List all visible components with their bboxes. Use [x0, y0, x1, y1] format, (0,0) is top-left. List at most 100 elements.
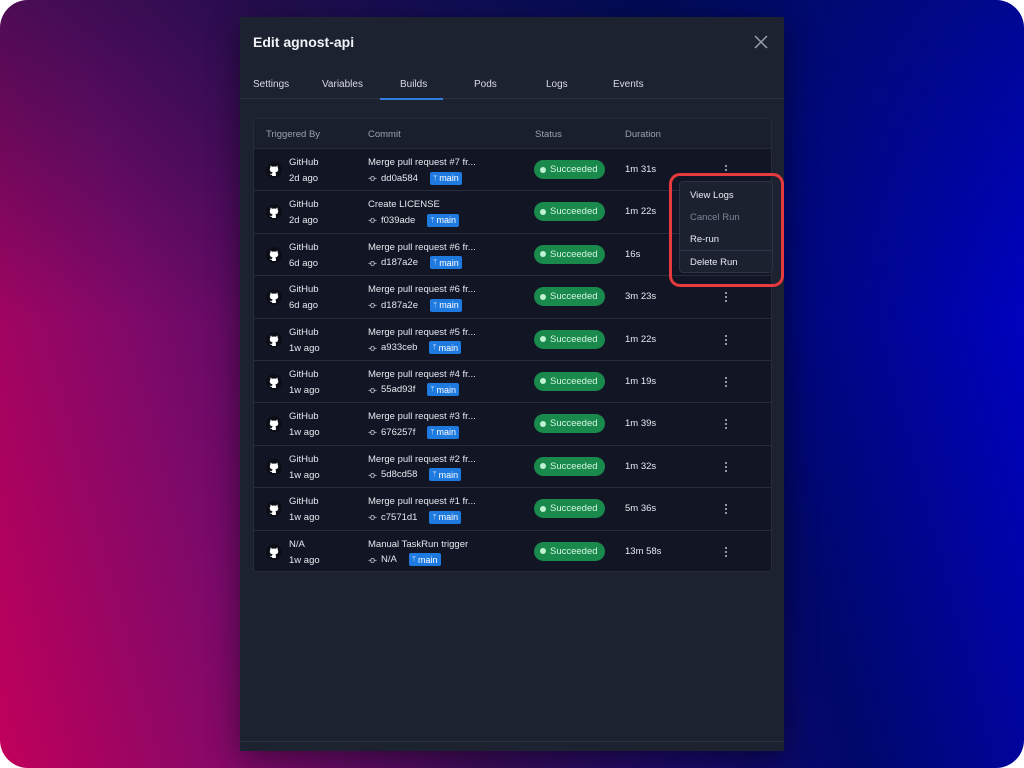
row-actions-button[interactable] — [720, 543, 732, 561]
build-duration: 13m 58s — [625, 545, 662, 557]
commit-sha[interactable]: 676257f — [381, 427, 415, 438]
tab-pods[interactable]: Pods — [474, 79, 497, 99]
status-label: Succeeded — [550, 291, 598, 303]
status-label: Succeeded — [550, 333, 598, 345]
build-duration: 1m 22s — [625, 206, 657, 218]
status-dot-icon — [540, 548, 546, 555]
trigger-source: GitHub — [289, 199, 319, 211]
tab-variables[interactable]: Variables — [322, 79, 363, 99]
trigger-time: 2d ago — [289, 173, 319, 184]
commit-icon: -o- — [368, 215, 377, 226]
row-actions-button[interactable] — [720, 288, 732, 306]
commit-icon: -o- — [368, 427, 377, 438]
kebab-dot — [725, 338, 727, 341]
row-actions-menu: View Logs Cancel Run Re-run Delete Run — [679, 181, 773, 273]
menu-item-re-run[interactable]: Re-run — [690, 234, 719, 245]
tab-bar: Settings Variables Builds Pods Logs Even… — [240, 75, 784, 100]
github-icon — [266, 416, 282, 433]
branch-badge[interactable]: ᛘ main — [408, 553, 441, 567]
kebab-dot — [725, 465, 727, 468]
branch-badge[interactable]: ᛘ main — [429, 256, 462, 270]
status-badge: Succeeded — [534, 329, 605, 349]
tab-events[interactable]: Events — [613, 79, 644, 99]
github-icon — [266, 373, 282, 390]
branch-badge[interactable]: ᛘ main — [427, 383, 460, 397]
tab-builds[interactable]: Builds — [379, 79, 444, 100]
branch-badge[interactable]: ᛘ main — [429, 468, 462, 482]
status-dot-icon — [540, 251, 546, 258]
footer-divider — [240, 741, 784, 742]
tab-settings[interactable]: Settings — [253, 79, 289, 99]
branch-icon: ᛘ — [432, 471, 437, 479]
kebab-dot — [725, 554, 727, 557]
row-actions-button[interactable] — [720, 161, 732, 179]
status-badge: Succeeded — [534, 160, 605, 179]
branch-badge[interactable]: ᛘ main — [429, 510, 462, 524]
branch-badge[interactable]: ᛘ main — [427, 213, 460, 227]
status-badge: Succeeded — [534, 244, 605, 264]
commit-icon: -o- — [368, 554, 377, 565]
commit-details: -o- a933ceb ᛘ main — [368, 341, 462, 355]
row-actions-button[interactable] — [720, 331, 732, 349]
commit-icon: -o- — [368, 300, 377, 311]
build-duration: 5m 36s — [625, 503, 657, 515]
tab-logs[interactable]: Logs — [546, 79, 568, 99]
kebab-dot — [725, 423, 727, 426]
commit-sha[interactable]: a933ceb — [381, 342, 417, 353]
column-header-commit: Commit — [368, 129, 401, 140]
status-badge: Succeeded — [534, 287, 605, 307]
branch-icon: ᛘ — [430, 386, 435, 394]
branch-icon: ᛘ — [432, 259, 438, 267]
branch-name: main — [418, 554, 438, 565]
commit-message: Merge pull request #4 fr... — [368, 368, 476, 380]
kebab-dot — [725, 384, 727, 387]
row-actions-button[interactable] — [720, 458, 732, 476]
branch-badge[interactable]: ᛘ main — [429, 171, 462, 185]
commit-details: -o- d187a2e ᛘ main — [368, 256, 462, 270]
trigger-time: 1w ago — [289, 384, 320, 396]
branch-badge[interactable]: ᛘ main — [429, 298, 462, 312]
table-row: GitHub 1w ago Merge pull request #5 fr..… — [254, 318, 771, 361]
status-label: Succeeded — [550, 248, 598, 260]
commit-message: Manual TaskRun trigger — [368, 538, 469, 550]
branch-name: main — [439, 173, 459, 183]
kebab-dot — [725, 508, 727, 511]
modal-title: Edit agnost-api — [253, 34, 355, 50]
commit-sha[interactable]: d187a2e — [381, 257, 418, 268]
trigger-source: GitHub — [289, 241, 319, 253]
github-icon — [266, 162, 282, 178]
branch-name: main — [438, 342, 459, 353]
status-badge: Succeeded — [534, 456, 605, 476]
commit-sha[interactable]: 55ad93f — [381, 384, 415, 395]
branch-name: main — [438, 469, 459, 480]
commit-sha[interactable]: dd0a584 — [381, 173, 418, 184]
row-actions-button[interactable] — [720, 373, 732, 391]
menu-item-view-logs[interactable]: View Logs — [690, 190, 734, 201]
status-badge: Succeeded — [534, 202, 605, 222]
commit-sha[interactable]: d187a2e — [381, 300, 418, 311]
kebab-dot — [725, 342, 727, 345]
commit-message: Merge pull request #6 fr... — [368, 241, 476, 253]
commit-sha[interactable]: N/A — [381, 554, 397, 565]
commit-details: -o- dd0a584 ᛘ main — [368, 171, 462, 185]
commit-sha[interactable]: c7571d1 — [381, 512, 417, 523]
table-row: GitHub 1w ago Merge pull request #1 fr..… — [254, 488, 771, 531]
commit-sha[interactable]: f039ade — [381, 215, 415, 226]
row-actions-button[interactable] — [720, 415, 732, 433]
trigger-time: 6d ago — [289, 257, 319, 269]
branch-badge[interactable]: ᛘ main — [427, 425, 460, 439]
branch-name: main — [438, 512, 459, 523]
row-actions-button[interactable] — [720, 500, 732, 518]
commit-details: -o- c7571d1 ᛘ main — [368, 510, 462, 524]
trigger-source: GitHub — [289, 453, 319, 465]
commit-message: Merge pull request #3 fr... — [368, 411, 476, 423]
close-button[interactable] — [752, 33, 770, 51]
status-badge: Succeeded — [534, 541, 605, 561]
branch-name: main — [436, 384, 457, 395]
branch-badge[interactable]: ᛘ main — [429, 341, 462, 355]
branch-icon: ᛘ — [432, 174, 438, 182]
menu-divider — [680, 250, 772, 251]
menu-item-delete-run[interactable]: Delete Run — [690, 257, 738, 268]
commit-sha[interactable]: 5d8cd58 — [381, 469, 417, 480]
trigger-time: 2d ago — [289, 215, 319, 227]
